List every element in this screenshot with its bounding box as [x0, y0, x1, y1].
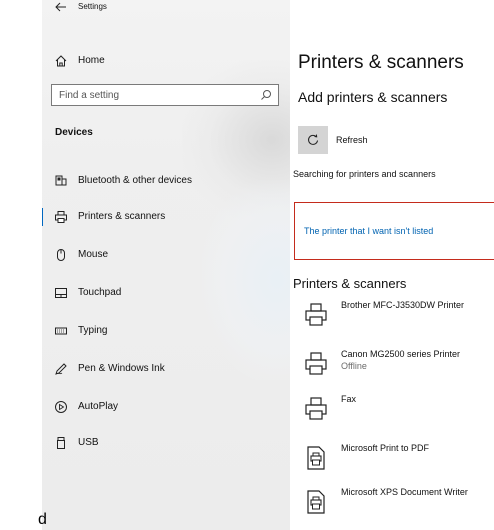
- home-label: Home: [78, 55, 105, 66]
- printer-name: Canon MG2500 series Printer: [341, 349, 461, 359]
- sidebar-item-label: AutoPlay: [78, 401, 119, 412]
- page-title: Printers & scanners: [298, 52, 464, 73]
- printer-item[interactable]: Microsoft XPS Document Writer: [290, 487, 494, 527]
- autoplay-icon: [55, 401, 67, 413]
- printer-status: Offline: [341, 361, 367, 371]
- sidebar-item-usb[interactable]: USB: [42, 432, 290, 454]
- add-printers-heading: Add printers & scanners: [298, 89, 448, 105]
- printer-item[interactable]: Microsoft Print to PDF: [290, 443, 494, 483]
- printer-name: Microsoft XPS Document Writer: [341, 487, 468, 497]
- sidebar-item-label: USB: [78, 437, 99, 448]
- usb-icon: [57, 437, 65, 449]
- refresh-label[interactable]: Refresh: [336, 135, 368, 145]
- bluetooth-device-icon: [55, 175, 67, 186]
- sidebar-item-printers[interactable]: Printers & scanners: [42, 206, 290, 228]
- sidebar-item-label: Typing: [78, 325, 108, 336]
- pen-icon: [55, 363, 67, 375]
- refresh-button[interactable]: [298, 126, 328, 154]
- section-heading-devices: Devices: [55, 127, 93, 138]
- searching-status: Searching for printers and scanners: [293, 169, 436, 179]
- printer-icon: [305, 352, 327, 375]
- refresh-icon: [308, 134, 318, 145]
- printer-name: Fax: [341, 394, 357, 404]
- home-icon: [55, 55, 67, 67]
- printer-icon: [55, 211, 67, 223]
- printer-not-listed-link[interactable]: The printer that I want isn't listed: [304, 226, 433, 236]
- printer-item[interactable]: Fax: [290, 394, 494, 434]
- printer-icon: [305, 303, 327, 326]
- printer-name: Microsoft Print to PDF: [341, 443, 430, 453]
- back-arrow-icon[interactable]: [54, 0, 68, 14]
- sidebar-item-pen[interactable]: Pen & Windows Ink: [42, 358, 290, 380]
- sidebar-item-label: Bluetooth & other devices: [78, 175, 192, 186]
- printer-not-listed-focus-box: The printer that I want isn't listed: [294, 202, 494, 260]
- sidebar-item-label: Touchpad: [78, 287, 122, 298]
- settings-sidebar: Settings Home Find a setting Devices Blu…: [42, 0, 290, 530]
- sidebar-item-label: Printers & scanners: [78, 211, 166, 222]
- search-input[interactable]: Find a setting: [51, 84, 279, 106]
- sidebar-item-touchpad[interactable]: Touchpad: [42, 282, 290, 304]
- pdf-printer-icon: [307, 446, 325, 470]
- printers-list-heading: Printers & scanners: [293, 276, 407, 291]
- sidebar-item-label: Pen & Windows Ink: [78, 363, 165, 374]
- mouse-icon: [57, 249, 65, 261]
- search-icon[interactable]: [260, 89, 272, 101]
- sidebar-item-typing[interactable]: Typing: [42, 320, 290, 342]
- search-placeholder: Find a setting: [59, 90, 120, 101]
- printer-item[interactable]: Brother MFC-J3530DW Printer: [290, 300, 494, 340]
- printer-name: Brother MFC-J3530DW Printer: [341, 300, 465, 310]
- printer-icon: [305, 397, 327, 420]
- printer-item[interactable]: Canon MG2500 series Printer Offline: [290, 349, 494, 389]
- sidebar-item-label: Mouse: [78, 249, 109, 260]
- stray-letter: d: [38, 511, 47, 528]
- sidebar-item-mouse[interactable]: Mouse: [42, 244, 290, 266]
- main-content: Printers & scanners Add printers & scann…: [290, 0, 494, 530]
- window-title: Settings: [78, 2, 107, 11]
- pdf-printer-icon: [307, 490, 325, 514]
- sidebar-item-bluetooth[interactable]: Bluetooth & other devices: [42, 170, 290, 192]
- sidebar-item-home[interactable]: Home: [42, 51, 290, 71]
- touchpad-icon: [55, 288, 67, 298]
- keyboard-icon: [55, 327, 67, 335]
- sidebar-item-autoplay[interactable]: AutoPlay: [42, 396, 290, 418]
